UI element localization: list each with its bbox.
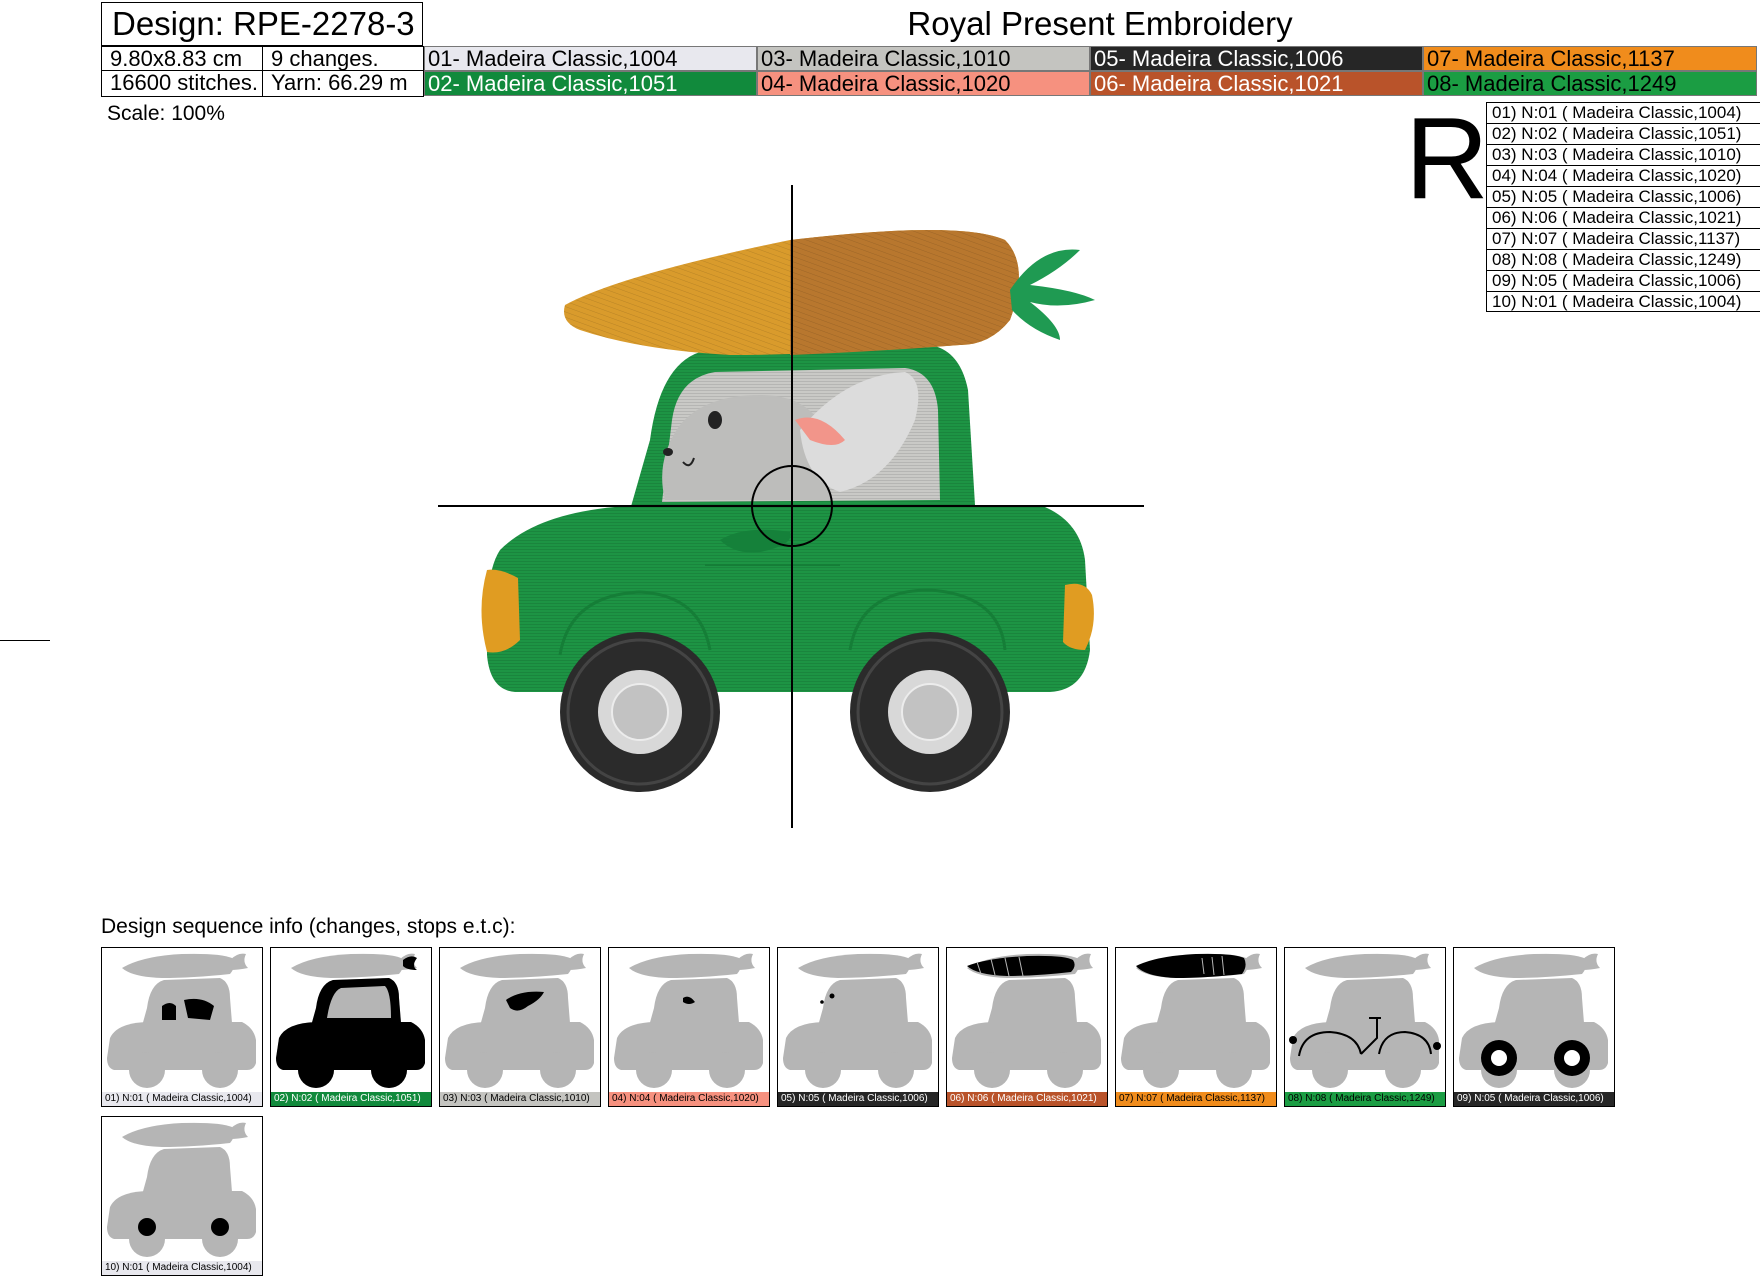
- thumb-caption: 01) N:01 ( Madeira Classic,1004): [102, 1092, 262, 1106]
- stop-item: 01) N:01 ( Madeira Classic,1004): [1486, 102, 1760, 123]
- design-size: 9.80x8.83 cm: [101, 46, 263, 71]
- stop-item: 02) N:02 ( Madeira Classic,1051): [1486, 123, 1760, 144]
- design-title: Design: RPE-2278-3: [101, 2, 423, 46]
- stop-item: 03) N:03 ( Madeira Classic,1010): [1486, 144, 1760, 165]
- sequence-thumbnail[interactable]: 07) N:07 ( Madeira Classic,1137): [1115, 947, 1277, 1107]
- thumb-caption: 09) N:05 ( Madeira Classic,1006): [1454, 1092, 1614, 1106]
- thumb-preview: [783, 953, 932, 1088]
- sequence-thumbnail[interactable]: 10) N:01 ( Madeira Classic,1004): [101, 1116, 263, 1276]
- center-crosshair: [438, 185, 1144, 828]
- sequence-thumbnail[interactable]: 04) N:04 ( Madeira Classic,1020): [608, 947, 770, 1107]
- thumb-preview: [952, 953, 1101, 1088]
- thumb-preview: [107, 953, 256, 1088]
- thumb-preview: [445, 953, 594, 1088]
- sequence-thumbnail[interactable]: 08) N:08 ( Madeira Classic,1249): [1284, 947, 1446, 1107]
- sequence-thumbnail[interactable]: 01) N:01 ( Madeira Classic,1004): [101, 947, 263, 1107]
- thumb-caption: 08) N:08 ( Madeira Classic,1249): [1285, 1092, 1445, 1106]
- thumb-preview: [1289, 953, 1441, 1088]
- color-swatch: 04- Madeira Classic,1020: [757, 71, 1090, 96]
- stitch-count: 16600 stitches.: [101, 70, 263, 97]
- sequence-thumbnail[interactable]: 09) N:05 ( Madeira Classic,1006): [1453, 947, 1615, 1107]
- sequence-thumbnail[interactable]: 03) N:03 ( Madeira Classic,1010): [439, 947, 601, 1107]
- thumb-caption: 03) N:03 ( Madeira Classic,1010): [440, 1092, 600, 1106]
- color-swatch: 01- Madeira Classic,1004: [424, 46, 757, 71]
- thumb-preview: [1459, 953, 1608, 1088]
- stop-item: 07) N:07 ( Madeira Classic,1137): [1486, 228, 1760, 249]
- color-swatch: 02- Madeira Classic,1051: [424, 71, 757, 96]
- thumb-preview: [614, 953, 763, 1088]
- color-swatch: 03- Madeira Classic,1010: [757, 46, 1090, 71]
- margin-tick: [0, 640, 50, 641]
- color-swatch: 05- Madeira Classic,1006: [1090, 46, 1423, 71]
- stop-item: 10) N:01 ( Madeira Classic,1004): [1486, 291, 1760, 312]
- thumb-caption: 04) N:04 ( Madeira Classic,1020): [609, 1092, 769, 1106]
- thumb-caption: 02) N:02 ( Madeira Classic,1051): [271, 1092, 431, 1106]
- sequence-thumbnail[interactable]: 05) N:05 ( Madeira Classic,1006): [777, 947, 939, 1107]
- color-swatch: 06- Madeira Classic,1021: [1090, 71, 1423, 96]
- sequence-thumbnail[interactable]: 02) N:02 ( Madeira Classic,1051): [270, 947, 432, 1107]
- thumb-preview: [107, 1122, 256, 1257]
- thumb-caption: 06) N:06 ( Madeira Classic,1021): [947, 1092, 1107, 1106]
- stop-item: 04) N:04 ( Madeira Classic,1020): [1486, 165, 1760, 186]
- color-changes: 9 changes.: [262, 46, 424, 71]
- thumb-caption: 05) N:05 ( Madeira Classic,1006): [778, 1092, 938, 1106]
- thumb-caption: 10) N:01 ( Madeira Classic,1004): [102, 1261, 262, 1275]
- color-swatch: 07- Madeira Classic,1137: [1423, 46, 1757, 71]
- brand-title: Royal Present Embroidery: [907, 5, 1293, 42]
- stop-item: 05) N:05 ( Madeira Classic,1006): [1486, 186, 1760, 207]
- stop-item: 08) N:08 ( Madeira Classic,1249): [1486, 249, 1760, 270]
- yarn-length: Yarn: 66.29 m: [262, 70, 424, 97]
- stop-list: 01) N:01 ( Madeira Classic,1004) 02) N:0…: [1486, 102, 1760, 312]
- scale-label: Scale: 100%: [107, 102, 225, 125]
- thumb-caption: 07) N:07 ( Madeira Classic,1137): [1116, 1092, 1276, 1106]
- sequence-label: Design sequence info (changes, stops e.t…: [101, 915, 516, 938]
- r-letter: R: [1405, 93, 1489, 223]
- sequence-thumbnail[interactable]: 06) N:06 ( Madeira Classic,1021): [946, 947, 1108, 1107]
- stop-item: 06) N:06 ( Madeira Classic,1021): [1486, 207, 1760, 228]
- thumb-preview: [276, 953, 425, 1088]
- thumb-preview: [1121, 953, 1270, 1088]
- stop-item: 09) N:05 ( Madeira Classic,1006): [1486, 270, 1760, 291]
